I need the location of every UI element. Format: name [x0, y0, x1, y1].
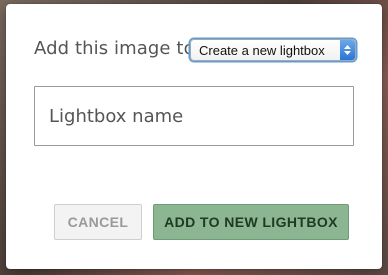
- add-to-new-lightbox-button[interactable]: ADD TO NEW LIGHTBOX: [153, 204, 349, 240]
- add-image-label: Add this image to: [34, 37, 195, 59]
- lightbox-select[interactable]: Create a new lightbox: [190, 39, 356, 61]
- add-to-lightbox-dialog: Add this image to Create a new lightbox …: [6, 4, 382, 269]
- lightbox-select-value: Create a new lightbox: [199, 42, 325, 58]
- up-down-arrows-icon: [340, 40, 355, 60]
- lightbox-name-input[interactable]: [34, 86, 354, 146]
- add-image-row: Add this image to: [34, 36, 195, 60]
- cancel-button[interactable]: CANCEL: [54, 204, 142, 240]
